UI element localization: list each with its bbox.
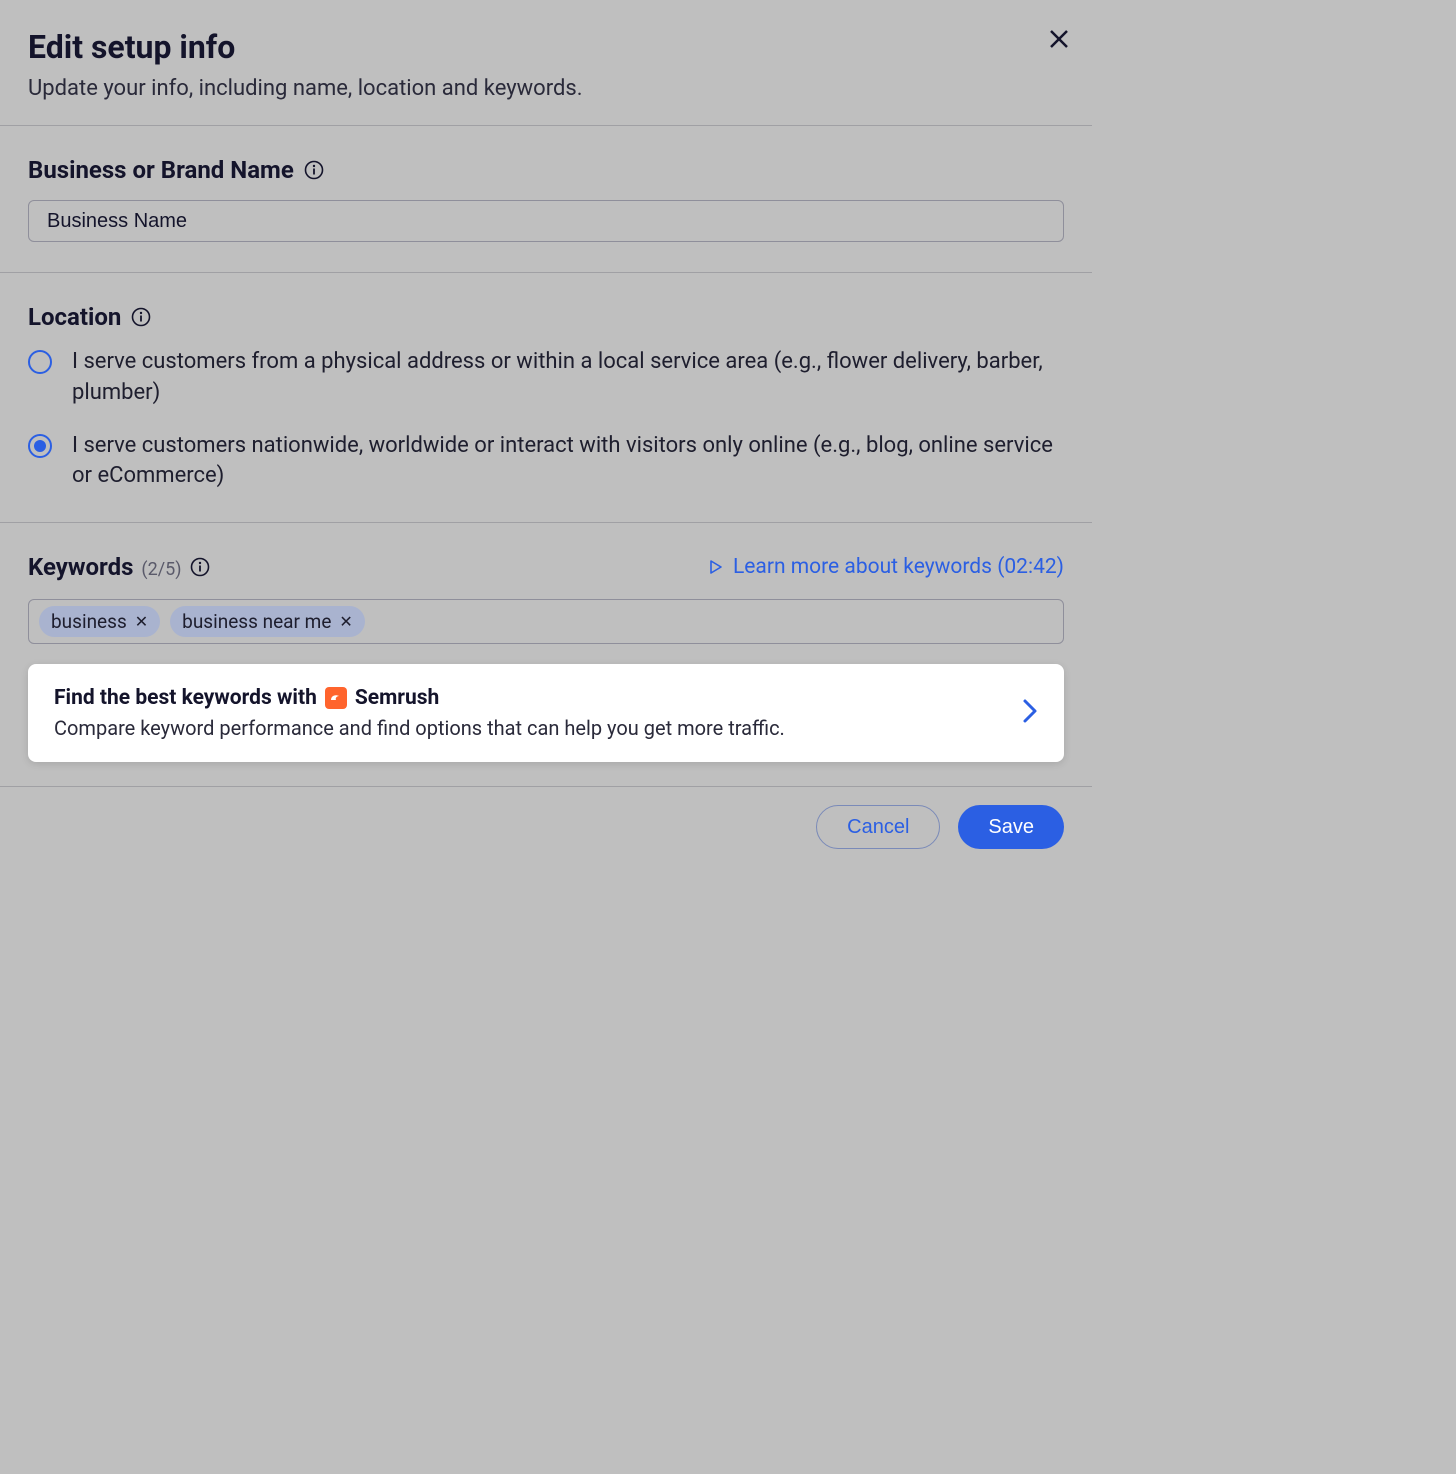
keywords-count: (2/5): [141, 559, 181, 580]
chip-remove-icon[interactable]: ✕: [135, 612, 148, 631]
promo-title: Find the best keywords with Semrush: [54, 686, 1022, 710]
info-icon[interactable]: [190, 557, 210, 577]
radio-button[interactable]: [28, 350, 52, 374]
radio-button[interactable]: [28, 434, 52, 458]
dialog-subtitle: Update your info, including name, locati…: [28, 76, 1064, 101]
chip-remove-icon[interactable]: ✕: [339, 612, 352, 631]
dialog-title: Edit setup info: [28, 28, 1064, 66]
keywords-label: Keywords: [28, 553, 133, 581]
keyword-chip: business near me ✕: [170, 606, 365, 637]
keywords-section: Keywords (2/5) Learn more about keywords…: [0, 523, 1092, 786]
location-option-online[interactable]: I serve customers nationwide, worldwide …: [28, 431, 1064, 493]
learn-more-text: Learn more about keywords (02:42): [733, 555, 1064, 579]
promo-subtitle: Compare keyword performance and find opt…: [54, 716, 1022, 740]
cancel-button[interactable]: Cancel: [816, 805, 940, 849]
info-icon[interactable]: [304, 160, 324, 180]
promo-title-prefix: Find the best keywords with: [54, 686, 317, 710]
chip-label: business near me: [182, 610, 331, 633]
business-name-section: Business or Brand Name: [0, 126, 1092, 272]
location-section: Location I serve customers from a physic…: [0, 273, 1092, 522]
semrush-icon: [325, 687, 347, 709]
save-button[interactable]: Save: [958, 805, 1064, 849]
chip-label: business: [51, 610, 127, 633]
semrush-promo-card[interactable]: Find the best keywords with Semrush Comp…: [28, 664, 1064, 762]
radio-label: I serve customers nationwide, worldwide …: [72, 431, 1064, 493]
keyword-chip: business ✕: [39, 606, 160, 637]
radio-label: I serve customers from a physical addres…: [72, 347, 1064, 409]
dialog-footer: Cancel Save: [0, 786, 1092, 877]
location-label: Location: [28, 303, 121, 331]
info-icon[interactable]: [131, 307, 151, 327]
close-button[interactable]: [1048, 28, 1070, 54]
keywords-input[interactable]: business ✕ business near me ✕: [28, 599, 1064, 644]
learn-more-link[interactable]: Learn more about keywords (02:42): [709, 555, 1064, 579]
radio-selected-dot: [34, 440, 46, 452]
business-name-input[interactable]: [28, 200, 1064, 242]
business-name-label: Business or Brand Name: [28, 156, 294, 184]
location-option-physical[interactable]: I serve customers from a physical addres…: [28, 347, 1064, 409]
close-icon: [1048, 28, 1070, 50]
promo-brand: Semrush: [355, 686, 439, 710]
play-icon: [709, 560, 723, 574]
dialog-header: Edit setup info Update your info, includ…: [0, 0, 1092, 125]
chevron-right-icon[interactable]: [1022, 698, 1038, 728]
